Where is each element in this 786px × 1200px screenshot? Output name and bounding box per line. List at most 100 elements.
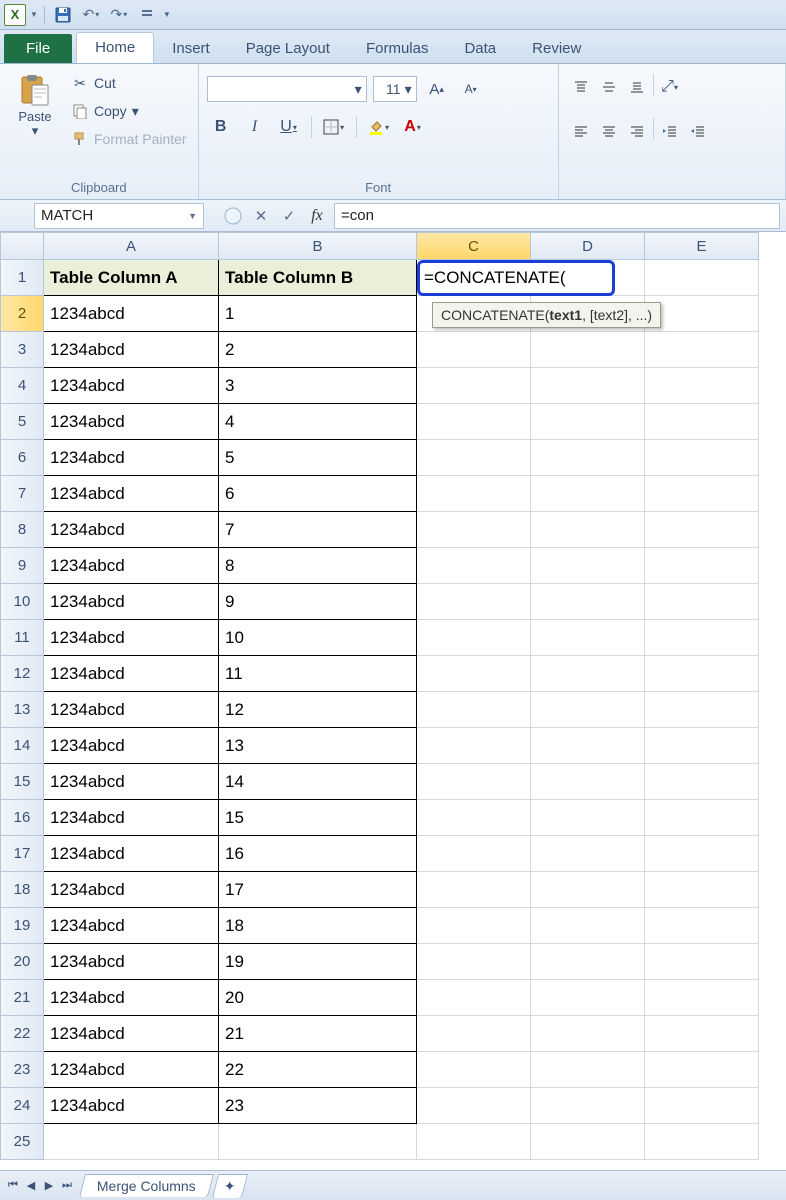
cell[interactable] bbox=[417, 656, 531, 692]
fill-color-button[interactable]: ▾ bbox=[365, 114, 393, 140]
cell[interactable] bbox=[645, 656, 759, 692]
cell[interactable]: 1234abcd bbox=[44, 296, 219, 332]
row-header[interactable]: 4 bbox=[0, 368, 44, 404]
cell[interactable]: 15 bbox=[219, 800, 417, 836]
row-header[interactable]: 17 bbox=[0, 836, 44, 872]
cell[interactable]: 1234abcd bbox=[44, 584, 219, 620]
enter-formula-button[interactable]: ✓ bbox=[276, 204, 302, 228]
row-header[interactable]: 18 bbox=[0, 872, 44, 908]
cell[interactable] bbox=[645, 692, 759, 728]
align-bottom-button[interactable] bbox=[623, 74, 651, 100]
qat-more-icon[interactable] bbox=[135, 4, 159, 26]
cell[interactable]: 1234abcd bbox=[44, 872, 219, 908]
row-header[interactable]: 2 bbox=[0, 296, 44, 332]
cell[interactable] bbox=[531, 1088, 645, 1124]
cell[interactable]: 11 bbox=[219, 656, 417, 692]
cell[interactable] bbox=[417, 764, 531, 800]
name-box[interactable]: MATCH ▼ bbox=[34, 203, 204, 229]
qat-customize-dropdown-icon[interactable]: ▼ bbox=[163, 10, 171, 19]
cell[interactable] bbox=[645, 332, 759, 368]
row-header[interactable]: 6 bbox=[0, 440, 44, 476]
cell[interactable] bbox=[645, 1124, 759, 1160]
cell[interactable] bbox=[531, 656, 645, 692]
cell[interactable]: 16 bbox=[219, 836, 417, 872]
formula-input[interactable]: =con bbox=[334, 203, 780, 229]
cell[interactable] bbox=[531, 368, 645, 404]
cell[interactable] bbox=[645, 944, 759, 980]
cell[interactable] bbox=[645, 440, 759, 476]
cell[interactable] bbox=[645, 584, 759, 620]
tab-insert[interactable]: Insert bbox=[154, 34, 228, 63]
cell[interactable] bbox=[417, 620, 531, 656]
column-header-C[interactable]: C bbox=[417, 232, 531, 260]
row-header[interactable]: 5 bbox=[0, 404, 44, 440]
cell[interactable]: 1234abcd bbox=[44, 1052, 219, 1088]
cell[interactable]: 1 bbox=[219, 296, 417, 332]
cell[interactable] bbox=[44, 1124, 219, 1160]
italic-button[interactable]: I bbox=[241, 114, 269, 140]
tab-review[interactable]: Review bbox=[514, 34, 599, 63]
row-header[interactable]: 3 bbox=[0, 332, 44, 368]
decrease-indent-button[interactable] bbox=[656, 118, 684, 144]
new-sheet-button[interactable]: ✦ bbox=[212, 1174, 248, 1198]
cell[interactable]: 1234abcd bbox=[44, 764, 219, 800]
row-header[interactable]: 14 bbox=[0, 728, 44, 764]
cell[interactable] bbox=[417, 476, 531, 512]
cell[interactable]: 1234abcd bbox=[44, 800, 219, 836]
cell[interactable] bbox=[645, 764, 759, 800]
bold-button[interactable]: B bbox=[207, 114, 235, 140]
cell[interactable] bbox=[531, 872, 645, 908]
cell[interactable]: 23 bbox=[219, 1088, 417, 1124]
cell[interactable] bbox=[531, 800, 645, 836]
sheet-nav-prev-icon[interactable]: ◀ bbox=[22, 1177, 40, 1195]
align-center-button[interactable] bbox=[595, 118, 623, 144]
undo-icon[interactable]: ↶▾ bbox=[79, 4, 103, 26]
cell[interactable]: 5 bbox=[219, 440, 417, 476]
row-header[interactable]: 10 bbox=[0, 584, 44, 620]
align-top-button[interactable] bbox=[567, 74, 595, 100]
cut-button[interactable]: ✂ Cut bbox=[68, 70, 190, 96]
sheet-tab-active[interactable]: Merge Columns bbox=[79, 1174, 214, 1197]
cell[interactable]: 17 bbox=[219, 872, 417, 908]
tab-file[interactable]: File bbox=[4, 34, 72, 63]
cell[interactable] bbox=[417, 512, 531, 548]
font-color-button[interactable]: A ▾ bbox=[399, 114, 427, 140]
cell[interactable]: 13 bbox=[219, 728, 417, 764]
row-header[interactable]: 15 bbox=[0, 764, 44, 800]
row-header[interactable]: 12 bbox=[0, 656, 44, 692]
cell[interactable] bbox=[219, 1124, 417, 1160]
save-icon[interactable] bbox=[51, 4, 75, 26]
cell[interactable]: 8 bbox=[219, 548, 417, 584]
cell[interactable] bbox=[531, 728, 645, 764]
copy-button[interactable]: Copy ▾ bbox=[68, 98, 190, 124]
cell[interactable] bbox=[531, 440, 645, 476]
excel-app-icon[interactable]: X bbox=[4, 4, 26, 26]
cell[interactable] bbox=[645, 404, 759, 440]
column-header-B[interactable]: B bbox=[219, 232, 417, 260]
cell[interactable] bbox=[645, 836, 759, 872]
align-middle-button[interactable] bbox=[595, 74, 623, 100]
tab-formulas[interactable]: Formulas bbox=[348, 34, 447, 63]
cell[interactable]: 10 bbox=[219, 620, 417, 656]
cell[interactable]: 1234abcd bbox=[44, 368, 219, 404]
align-right-button[interactable] bbox=[623, 118, 651, 144]
row-header[interactable]: 21 bbox=[0, 980, 44, 1016]
format-painter-button[interactable]: Format Painter bbox=[68, 126, 190, 152]
cell[interactable] bbox=[531, 1052, 645, 1088]
cell[interactable] bbox=[531, 476, 645, 512]
sheet-nav-next-icon[interactable]: ▶ bbox=[40, 1177, 58, 1195]
cell[interactable]: 1234abcd bbox=[44, 980, 219, 1016]
row-header[interactable]: 23 bbox=[0, 1052, 44, 1088]
row-header[interactable]: 22 bbox=[0, 1016, 44, 1052]
cell[interactable]: 2 bbox=[219, 332, 417, 368]
row-header[interactable]: 13 bbox=[0, 692, 44, 728]
cell[interactable]: 14 bbox=[219, 764, 417, 800]
cell[interactable] bbox=[645, 728, 759, 764]
app-menu-dropdown-icon[interactable]: ▼ bbox=[30, 10, 38, 19]
cell[interactable]: 4 bbox=[219, 404, 417, 440]
cell[interactable] bbox=[531, 404, 645, 440]
orientation-button[interactable]: ⤢▾ bbox=[656, 74, 684, 100]
row-header[interactable]: 20 bbox=[0, 944, 44, 980]
cell[interactable]: 3 bbox=[219, 368, 417, 404]
function-tooltip[interactable]: CONCATENATE(text1, [text2], ...) bbox=[432, 302, 661, 328]
